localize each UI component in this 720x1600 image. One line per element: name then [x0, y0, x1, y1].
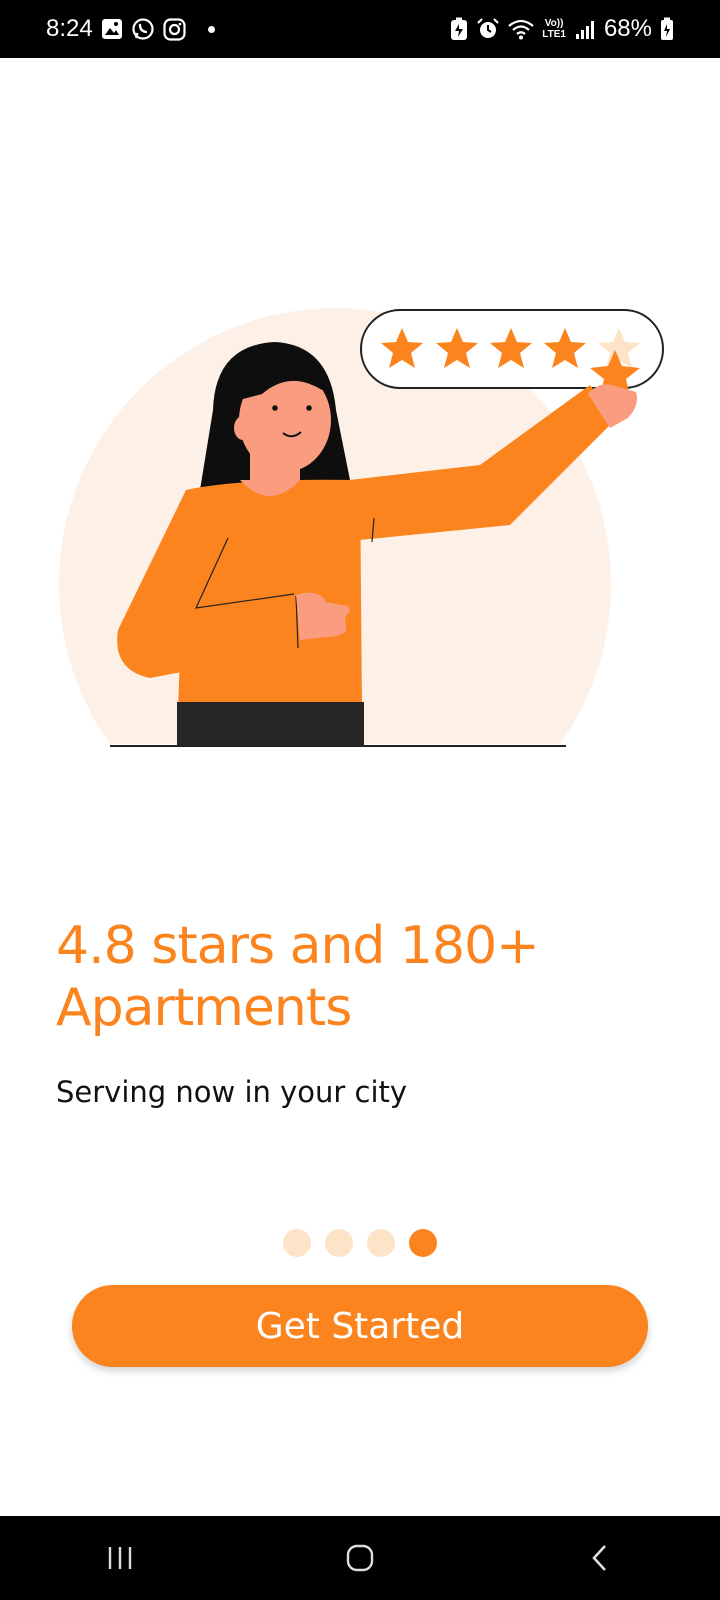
- wifi-icon: [508, 19, 534, 40]
- onboarding-subline: Serving now in your city: [56, 1075, 408, 1109]
- recents-button[interactable]: [90, 1528, 150, 1588]
- woman-rating-stars-illustration: [59, 308, 664, 747]
- home-icon: [346, 1544, 374, 1572]
- page-dot[interactable]: [325, 1229, 353, 1257]
- battery-percent: 68%: [603, 15, 652, 42]
- onboarding-headline: 4.8 stars and 180+ Apartments: [56, 916, 540, 1038]
- eye-right: [306, 405, 312, 411]
- system-nav-bar: [0, 1516, 720, 1600]
- recents-icon: [108, 1547, 132, 1569]
- ear: [234, 416, 252, 440]
- whatsapp-icon: [132, 18, 154, 40]
- gallery-icon: [101, 19, 122, 39]
- instagram-icon: [163, 17, 186, 41]
- clock: 8:24: [46, 15, 93, 42]
- page-dot-active[interactable]: [409, 1229, 437, 1257]
- battery-saver-icon: [451, 17, 468, 40]
- get-started-button[interactable]: Get Started: [72, 1285, 648, 1367]
- alarm-icon: [477, 18, 500, 38]
- signal-icon: [575, 21, 594, 39]
- eye-left: [272, 405, 278, 411]
- volte-icon: Vo)) LTE1: [542, 18, 566, 40]
- home-button[interactable]: [330, 1528, 390, 1588]
- page-dot[interactable]: [283, 1229, 311, 1257]
- page-indicator: [283, 1229, 437, 1257]
- status-bar: 8:24 Vo)) LTE1 68%: [0, 0, 720, 58]
- notification-dot: [207, 25, 215, 33]
- back-button[interactable]: [570, 1528, 630, 1588]
- battery-icon: [661, 17, 673, 40]
- pants: [177, 702, 364, 746]
- page-dot[interactable]: [367, 1229, 395, 1257]
- back-icon: [592, 1545, 606, 1571]
